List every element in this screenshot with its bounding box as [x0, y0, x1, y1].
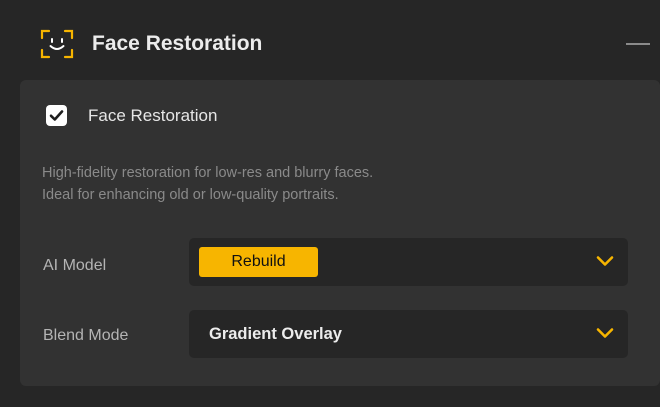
ai-model-select[interactable]: Rebuild	[189, 238, 628, 286]
checkmark-icon	[49, 110, 64, 121]
minus-icon	[626, 43, 650, 45]
checkbox[interactable]	[46, 105, 67, 126]
blend-mode-label: Blend Mode	[43, 327, 129, 344]
face-restoration-panel: Face Restoration Face Restoration High-f…	[0, 0, 660, 407]
face-scan-icon	[40, 29, 74, 59]
panel-title: Face Restoration	[92, 32, 263, 55]
blend-mode-select[interactable]: Gradient Overlay	[189, 310, 628, 358]
description-line-1: High-fidelity restoration for low-res an…	[42, 165, 374, 181]
description-line-2: Ideal for enhancing old or low-quality p…	[42, 187, 339, 203]
ai-model-label: AI Model	[43, 257, 107, 274]
panel-header: Face Restoration	[0, 0, 660, 80]
description: High-fidelity restoration for low-res an…	[42, 162, 602, 206]
blend-mode-value: Gradient Overlay	[209, 325, 342, 343]
settings-section: Face Restoration High-fidelity restorati…	[20, 80, 660, 386]
chevron-down-icon	[596, 256, 614, 266]
collapse-button[interactable]	[624, 34, 652, 54]
checkbox-label: Face Restoration	[88, 106, 218, 125]
ai-model-value-badge: Rebuild	[199, 247, 318, 277]
chevron-down-icon	[596, 328, 614, 338]
